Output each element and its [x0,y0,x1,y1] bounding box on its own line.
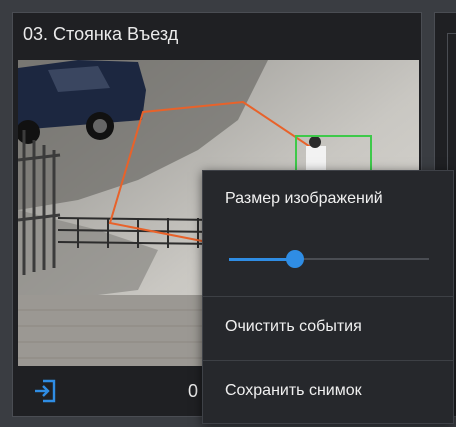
clear-events-item[interactable]: Очистить события [225,318,362,336]
image-size-slider[interactable] [229,250,429,270]
exit-entrance-icon[interactable] [32,378,58,404]
save-snapshot-item[interactable]: Сохранить снимок [225,382,362,400]
context-menu: Размер изображений Очистить события Сохр… [202,170,454,424]
slider-thumb[interactable] [286,250,304,268]
event-counter: 0 [188,381,199,401]
image-size-label: Размер изображений [225,190,383,207]
camera-title: 03. Стоянка Въезд [23,24,179,44]
menu-divider [203,360,453,361]
menu-divider [203,296,453,297]
